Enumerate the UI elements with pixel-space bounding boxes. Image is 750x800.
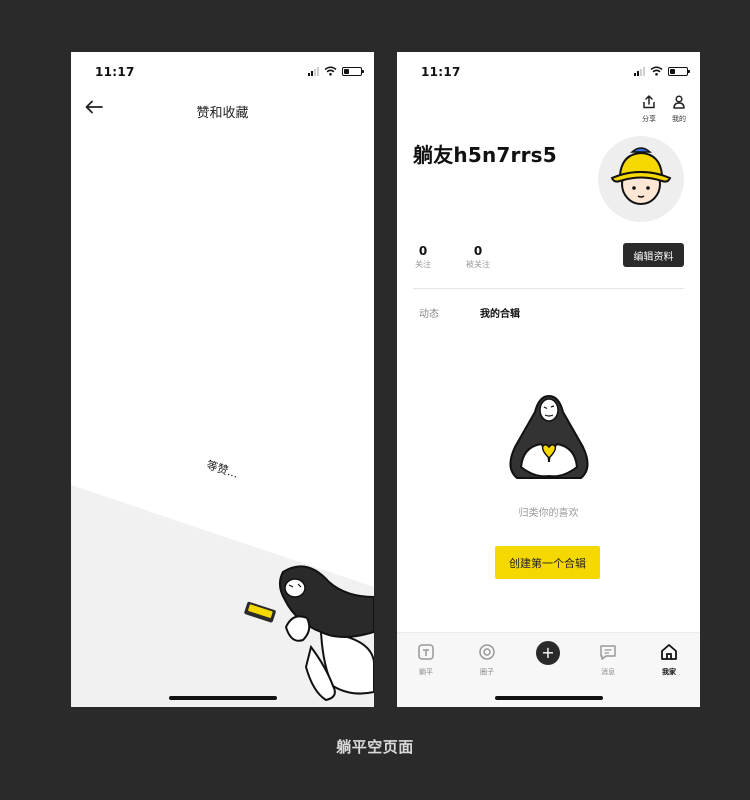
share-label: 分享 bbox=[642, 115, 656, 123]
following-stat[interactable]: 0 关注 bbox=[415, 244, 431, 270]
tab-label: 我家 bbox=[662, 668, 676, 676]
mine-label: 我的 bbox=[672, 115, 686, 123]
tab-label: 躺平 bbox=[419, 668, 433, 676]
following-label: 关注 bbox=[415, 260, 431, 269]
followers-stat[interactable]: 0 被关注 bbox=[466, 244, 490, 270]
create-collection-button[interactable]: 创建第一个合辑 bbox=[495, 546, 600, 579]
mine-button[interactable]: 我的 bbox=[667, 94, 691, 124]
circle-icon bbox=[479, 644, 495, 660]
home-indicator bbox=[494, 696, 603, 700]
followers-label: 被关注 bbox=[466, 260, 490, 269]
avatar[interactable] bbox=[598, 136, 684, 222]
share-button[interactable]: 分享 bbox=[637, 94, 661, 124]
cellular-signal-icon bbox=[634, 66, 645, 76]
plus-icon: + bbox=[536, 641, 560, 665]
message-icon bbox=[600, 645, 616, 660]
battery-icon bbox=[668, 66, 690, 76]
tab-label: 圈子 bbox=[480, 668, 494, 676]
username: 躺友h5n7rrs5 bbox=[413, 143, 557, 167]
divider bbox=[413, 288, 684, 289]
empty-state-text: 归类你的喜欢 bbox=[518, 508, 579, 519]
share-icon bbox=[643, 95, 655, 109]
tab-circle[interactable]: 圈子 bbox=[467, 643, 507, 677]
status-time: 11:17 bbox=[421, 65, 461, 79]
house-icon bbox=[661, 644, 677, 660]
tab-moments[interactable]: 动态 bbox=[419, 305, 439, 320]
status-bar: 11:17 bbox=[397, 65, 700, 79]
tab-my-collections[interactable]: 我的合辑 bbox=[480, 305, 520, 320]
tab-label: 消息 bbox=[601, 668, 615, 676]
tab-tangping[interactable]: 躺平 bbox=[406, 643, 446, 677]
tab-my-home[interactable]: 我家 bbox=[649, 643, 689, 677]
edit-profile-button[interactable]: 编辑资料 bbox=[623, 243, 684, 267]
tab-messages[interactable]: 消息 bbox=[588, 643, 628, 677]
caption: 躺平空页面 bbox=[336, 738, 414, 756]
profile-screen: 11:17 分享 我的 躺友h5n7rrs5 0 关注 0 被关注 编辑资料 动… bbox=[397, 52, 700, 707]
lying-penguin-illustration bbox=[244, 565, 374, 702]
likes-favorites-screen: 11:17 赞和收藏 等赞... bbox=[71, 52, 374, 707]
penguin-heart-illustration bbox=[509, 394, 589, 479]
wifi-icon bbox=[650, 66, 663, 76]
home-indicator bbox=[168, 696, 277, 700]
add-post-button[interactable]: + bbox=[528, 641, 568, 665]
bottom-tab-bar: 躺平 圈子 + 消息 我家 bbox=[397, 632, 700, 707]
tangping-icon bbox=[418, 644, 434, 660]
user-icon bbox=[673, 95, 685, 109]
following-count: 0 bbox=[418, 244, 428, 258]
hat-character-avatar-icon bbox=[610, 147, 672, 205]
followers-count: 0 bbox=[473, 244, 483, 258]
